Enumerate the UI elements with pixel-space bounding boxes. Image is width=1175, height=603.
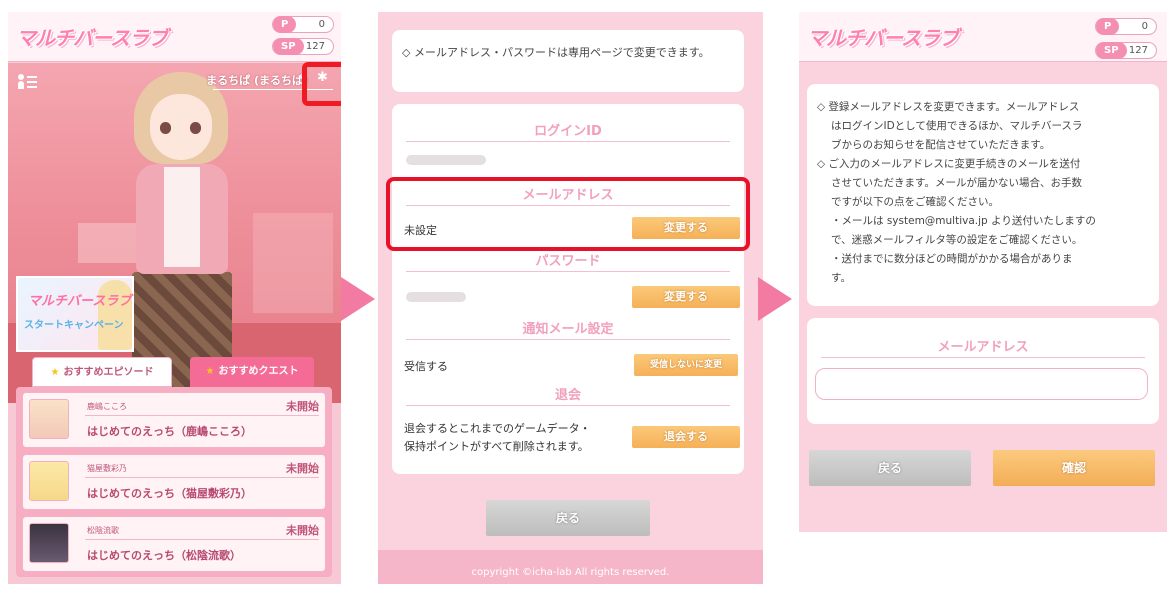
logo: マルチバースラブ [807, 26, 959, 50]
account-settings-screen: ◇ メールアドレス・パスワードは専用ページで変更できます。 ログインID メール… [378, 12, 763, 584]
list-item[interactable]: 鹿嶋こころ 未開始 はじめてのえっち（鹿嶋こころ） [22, 392, 326, 448]
confirm-button[interactable]: 確認 [993, 450, 1155, 486]
withdraw-title: 退会 [406, 384, 730, 406]
withdraw-text: 退会するとこれまでのゲームデータ・ 保持ポイントがすべて削除されます。 [404, 422, 591, 453]
back-button[interactable]: 戻る [809, 450, 971, 486]
copyright: copyright ©icha-lab All rights reserved. [471, 567, 670, 578]
arrow-right-icon [758, 277, 792, 321]
notice-text: ◇ 登録メールアドレスを変更できます。メールアドレス はログインIDとして使用で… [817, 101, 1096, 284]
header: マルチバースラブ P 0 SP 127 [8, 12, 341, 62]
password-value [406, 292, 466, 302]
footer: copyright ©icha-lab All rights reserved. [378, 550, 763, 584]
star-icon: ★ [50, 367, 60, 378]
avatar [29, 399, 69, 439]
password-title: パスワード [406, 250, 730, 272]
notice-card: ◇ メールアドレス・パスワードは専用ページで変更できます。 [392, 30, 744, 92]
email-field[interactable] [815, 368, 1148, 400]
profile-menu-icon[interactable] [18, 72, 38, 90]
withdraw-button[interactable]: 退会する [632, 426, 740, 448]
change-password-button[interactable]: 変更する [632, 286, 740, 308]
arrow-right-icon [341, 277, 375, 321]
tab-recommended-quest[interactable]: ★ おすすめクエスト [190, 357, 314, 387]
highlight-email [386, 177, 750, 251]
campaign-banner[interactable]: マルチバースラブ スタートキャンペーン [16, 276, 134, 352]
star-icon: ★ [205, 366, 215, 377]
back-button[interactable]: 戻る [486, 500, 650, 536]
home-screen: マルチバースラブ P 0 SP 127 まるちぱ (まるちぱ) ✱ マルチバース… [8, 12, 341, 584]
notify-title: 通知メール設定 [406, 318, 730, 340]
email-change-screen: マルチバースラブ P 0 SP 127 ◇ 登録メールアドレスを変更できます。メ… [799, 12, 1167, 532]
notice-text: ◇ メールアドレス・パスワードは専用ページで変更できます。 [402, 46, 710, 59]
login-id-title: ログインID [406, 120, 730, 142]
list-item[interactable]: 猫屋敷彩乃 未開始 はじめてのえっち（猫屋敷彩乃） [22, 454, 326, 510]
login-id-value [406, 155, 486, 165]
points-badge: P 0 [1095, 18, 1157, 35]
points-badge: P 0 [272, 16, 334, 33]
settings-card: ログインID メールアドレス 未設定 変更する パスワード 変更する 通知メール… [392, 104, 744, 474]
quest-list: 鹿嶋こころ 未開始 はじめてのえっち（鹿嶋こころ） 猫屋敷彩乃 未開始 はじめて… [16, 387, 332, 577]
notify-value: 受信する [404, 360, 448, 373]
user-name: まるちぱ (まるちぱ) [206, 74, 308, 87]
logo: マルチバースラブ [16, 26, 168, 50]
email-field-title: メールアドレス [821, 336, 1145, 358]
sp-badge: SP 127 [1095, 42, 1157, 59]
character-illustration [126, 72, 236, 402]
list-item[interactable]: 松陰流歌 未開始 はじめてのえっち（松陰流歌） [22, 516, 326, 572]
notify-toggle-button[interactable]: 受信しないに変更 [634, 354, 738, 376]
header: マルチバースラブ P 0 SP 127 [799, 12, 1167, 62]
sp-badge: SP 127 [272, 38, 334, 55]
highlight-settings [302, 62, 341, 106]
avatar [29, 461, 69, 501]
tab-recommended-episode[interactable]: ★ おすすめエピソード [32, 357, 172, 387]
avatar [29, 523, 69, 563]
notice-card: ◇ 登録メールアドレスを変更できます。メールアドレス はログインIDとして使用で… [807, 84, 1159, 306]
